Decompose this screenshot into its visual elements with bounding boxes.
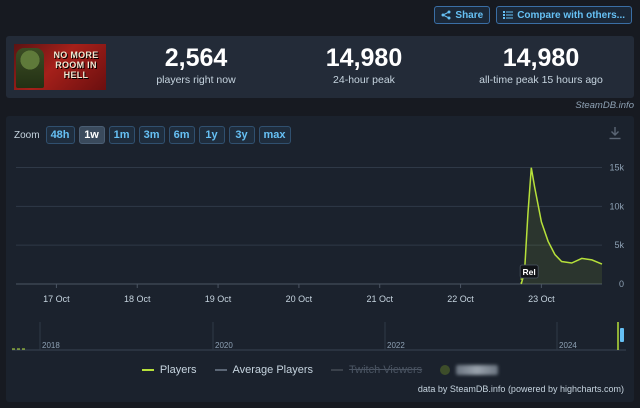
redacted-series-label	[456, 365, 499, 375]
x-tick-label: 20 Oct	[286, 294, 313, 304]
compare-icon	[503, 11, 514, 19]
stat-24h-peak: 14,980 24-hour peak	[304, 44, 424, 86]
zoom-1m-button[interactable]: 1m	[108, 126, 135, 144]
legend-players[interactable]: Players	[141, 364, 197, 376]
alltime-label: all-time peak 15 hours ago	[479, 74, 603, 86]
y-tick-label: 5k	[614, 240, 624, 250]
share-label: Share	[455, 9, 484, 21]
share-button[interactable]: Share	[434, 6, 491, 24]
navigator-handle[interactable]	[620, 328, 624, 342]
navigator-year-label: 2020	[215, 341, 233, 350]
zoom-max-button[interactable]: max	[258, 126, 291, 144]
chart-credit: data by SteamDB.info (powered by highcha…	[417, 384, 624, 394]
x-tick-label: 22 Oct	[447, 294, 474, 304]
zoom-6m-button[interactable]: 6m	[168, 126, 195, 144]
top-toolbar: Share Compare with others...	[434, 6, 632, 24]
zoom-3m-button[interactable]: 3m	[138, 126, 165, 144]
stats-panel: NO MORE ROOM IN HELL 2,564 players right…	[6, 36, 634, 98]
players-swatch	[141, 369, 154, 371]
stat-current-players: 2,564 players right now	[136, 44, 256, 86]
compare-button[interactable]: Compare with others...	[496, 6, 632, 24]
release-annotation-label: Rel	[523, 267, 536, 277]
player-chart[interactable]: 0 5k 10k 15k 17 Oct 18 Oct 19 Oct 20 Oct 21 Oct 2…	[6, 116, 634, 402]
game-logo-text: NO MORE ROOM IN HELL	[53, 50, 99, 80]
redacted-series-dot	[440, 365, 451, 375]
current-players-value: 2,564	[164, 44, 228, 72]
stat-alltime-peak: 14,980 all-time peak 15 hours ago	[466, 44, 616, 86]
x-tick-label: 21 Oct	[366, 294, 393, 304]
y-tick-label: 10k	[609, 201, 624, 211]
download-icon[interactable]	[608, 126, 622, 140]
share-icon	[441, 10, 451, 20]
legend-average-label: Average Players	[232, 364, 314, 376]
zoom-buttons: 48h 1w 1m 3m 6m 1y 3y max	[45, 126, 291, 144]
zoom-3y-button[interactable]: 3y	[228, 126, 255, 144]
navigator-year-label: 2018	[42, 341, 60, 350]
navigator-year-label: 2024	[559, 341, 577, 350]
zoom-1w-button[interactable]: 1w	[78, 126, 105, 144]
current-players-label: players right now	[156, 74, 236, 86]
legend-players-label: Players	[159, 364, 197, 376]
compare-label: Compare with others...	[517, 9, 625, 21]
y-tick-label: 15k	[609, 163, 624, 173]
navigator-year-label: 2022	[387, 341, 405, 350]
legend-redacted-series[interactable]	[440, 364, 499, 376]
peak24-value: 14,980	[325, 44, 403, 72]
y-tick-label: 0	[619, 279, 624, 289]
zoom-controls: Zoom 48h 1w 1m 3m 6m 1y 3y max	[14, 126, 291, 144]
peak24-label: 24-hour peak	[333, 74, 395, 86]
chart-panel: 0 5k 10k 15k 17 Oct 18 Oct 19 Oct 20 Oct 21 Oct 2…	[6, 116, 634, 402]
average-swatch	[214, 369, 227, 371]
twitch-swatch	[331, 369, 344, 371]
zoom-1y-button[interactable]: 1y	[198, 126, 225, 144]
alltime-value: 14,980	[502, 44, 580, 72]
x-tick-label: 17 Oct	[43, 294, 70, 304]
steamdb-watermark: SteamDB.info	[575, 100, 634, 111]
legend-average-players[interactable]: Average Players	[214, 364, 314, 376]
x-tick-label: 23 Oct	[528, 294, 555, 304]
zoom-48h-button[interactable]: 48h	[45, 126, 75, 144]
zoom-label: Zoom	[14, 129, 40, 141]
chart-legend: Players Average Players Twitch Viewers	[6, 364, 634, 376]
legend-twitch-viewers[interactable]: Twitch Viewers	[331, 364, 422, 376]
zombie-art	[16, 48, 44, 88]
game-logo[interactable]: NO MORE ROOM IN HELL	[14, 44, 106, 90]
x-tick-label: 18 Oct	[124, 294, 151, 304]
legend-twitch-label: Twitch Viewers	[349, 364, 423, 376]
x-tick-label: 19 Oct	[205, 294, 232, 304]
